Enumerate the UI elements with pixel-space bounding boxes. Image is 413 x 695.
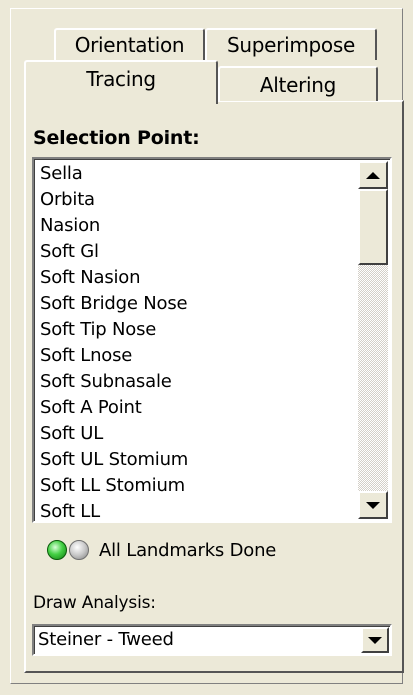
list-item[interactable]: Soft Gl	[40, 239, 354, 265]
list-item[interactable]: Soft Subnasale	[40, 369, 354, 395]
list-item[interactable]: Soft LL Stomium	[40, 473, 354, 499]
draw-analysis-dropdown-button[interactable]	[361, 627, 389, 653]
list-item[interactable]: Nasion	[40, 213, 354, 239]
list-item[interactable]: Sella	[40, 161, 354, 187]
list-item[interactable]: Soft Tip Nose	[40, 317, 354, 343]
tab-altering[interactable]: Altering	[218, 66, 378, 101]
tab-altering-label: Altering	[259, 72, 337, 97]
gray-led-icon	[69, 540, 89, 560]
draw-analysis-label: Draw Analysis:	[33, 593, 156, 613]
list-item[interactable]: Soft LL	[40, 499, 354, 521]
landmark-status-text: All Landmarks Done	[99, 539, 277, 561]
green-led-icon	[47, 540, 67, 560]
tab-superimpose[interactable]: Superimpose	[205, 28, 377, 60]
tab-tracing-label: Tracing	[86, 67, 156, 91]
list-item[interactable]: Soft UL	[40, 421, 354, 447]
list-item[interactable]: Soft A Point	[40, 395, 354, 421]
list-item[interactable]: Soft Bridge Nose	[40, 291, 354, 317]
arrow-up-icon	[366, 171, 380, 179]
tab-superimpose-label: Superimpose	[227, 33, 355, 57]
tab-orientation[interactable]: Orientation	[54, 28, 205, 60]
tab-orientation-label: Orientation	[74, 33, 185, 57]
draw-analysis-select[interactable]: Steiner - Tweed	[32, 624, 392, 656]
selection-point-listbox[interactable]: Sella Orbita Nasion Soft Gl Soft Nasion Soft …	[32, 157, 392, 523]
list-item[interactable]: Orbita	[40, 187, 354, 213]
scroll-down-button[interactable]	[358, 491, 388, 519]
list-item[interactable]: Soft UL Stomium	[40, 447, 354, 473]
selection-point-items: Sella Orbita Nasion Soft Gl Soft Nasion Soft …	[40, 161, 354, 521]
scrollbar-thumb[interactable]	[358, 189, 388, 265]
landmark-status: All Landmarks Done	[47, 538, 276, 562]
draw-analysis-value: Steiner - Tweed	[38, 629, 174, 650]
chevron-down-icon	[368, 636, 382, 644]
listbox-scrollbar[interactable]	[358, 161, 388, 519]
list-item[interactable]: Soft Nasion	[40, 265, 354, 291]
scroll-up-button[interactable]	[358, 161, 388, 189]
selection-point-label: Selection Point:	[33, 127, 200, 149]
arrow-down-icon	[366, 501, 380, 509]
list-item[interactable]: Soft Lnose	[40, 343, 354, 369]
tab-tracing[interactable]: Tracing	[24, 60, 218, 104]
